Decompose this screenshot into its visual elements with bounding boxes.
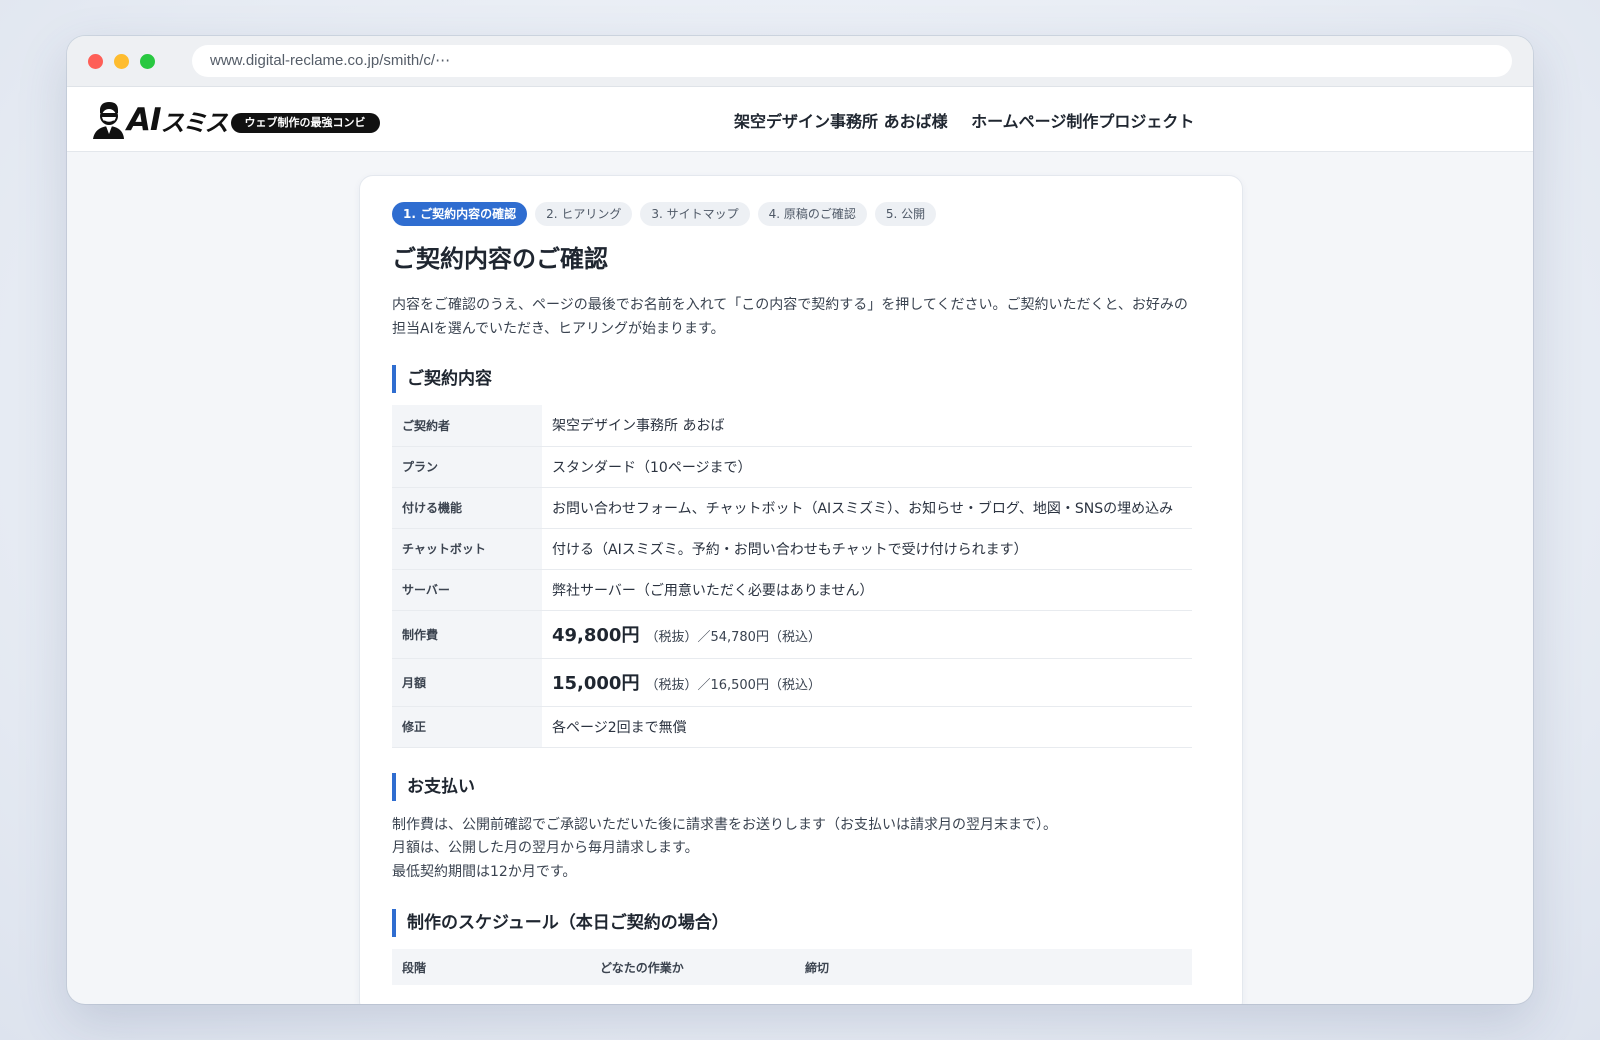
- minimize-window-button[interactable]: [114, 54, 129, 69]
- step-manuscript[interactable]: 4. 原稿のご確認: [757, 202, 867, 226]
- close-window-button[interactable]: [88, 54, 103, 69]
- table-row: サーバー 弊社サーバー（ご用意いただく必要はありません）: [392, 569, 1192, 611]
- project-title: 架空デザイン事務所 あおば様 ホームページ制作プロジェクト: [734, 108, 1194, 132]
- row-value: 付ける（AIスミズミ。予約・お問い合わせもチャットで受け付けられます）: [542, 528, 1192, 570]
- row-value: 15,000円 （税抜）／16,500円（税込）: [542, 658, 1192, 707]
- row-label: 月額: [392, 658, 542, 707]
- payment-line: 制作費は、公開前確認でご承認いただいた後に請求書をお送りします（お支払いは請求月…: [392, 816, 1057, 833]
- logo-ai-text: AI: [127, 102, 162, 138]
- payment-line: 月額は、公開した月の翌月から毎月請求します。: [392, 840, 699, 856]
- maximize-window-button[interactable]: [140, 54, 155, 69]
- row-value: 49,800円 （税抜）／54,780円（税込）: [542, 610, 1192, 659]
- column-header-who: どなたの作業か: [590, 949, 795, 985]
- intro-line: 担当AIを選んでいただき、ヒアリングが始まります。: [392, 321, 725, 337]
- column-header-stage: 段階: [392, 949, 590, 985]
- contract-table: ご契約者 架空デザイン事務所 あおば プラン スタンダード（10ページまで） 付…: [392, 405, 1192, 748]
- step-contract[interactable]: 1. ご契約内容の確認: [392, 202, 528, 226]
- table-row: プラン スタンダード（10ページまで）: [392, 446, 1192, 488]
- row-value: お問い合わせフォーム、チャットボット（AIスミズミ）、お知らせ・ブログ、地図・S…: [542, 487, 1192, 529]
- table-row: 月額 15,000円 （税抜）／16,500円（税込）: [392, 658, 1192, 707]
- row-label: 修正: [392, 706, 542, 748]
- row-value: 架空デザイン事務所 あおば: [542, 405, 1192, 447]
- row-value: 弊社サーバー（ご用意いただく必要はありません）: [542, 569, 1192, 611]
- table-row: 制作費 49,800円 （税抜）／54,780円（税込）: [392, 610, 1192, 659]
- mascot-icon: [93, 102, 124, 139]
- payment-text: 制作費は、公開前確認でご承認いただいた後に請求書をお送りします（お支払いは請求月…: [392, 814, 1210, 885]
- step-hearing[interactable]: 2. ヒアリング: [535, 202, 633, 226]
- contract-section-heading: ご契約内容: [392, 365, 1210, 393]
- table-row: ご契約者 架空デザイン事務所 あおば: [392, 405, 1192, 447]
- row-label: 付ける機能: [392, 487, 542, 529]
- row-value: 各ページ2回まで無償: [542, 706, 1192, 748]
- row-label: サーバー: [392, 569, 542, 611]
- row-value: スタンダード（10ページまで）: [542, 446, 1192, 488]
- browser-chrome: www.digital-reclame.co.jp/smith/c/⋯: [67, 36, 1533, 87]
- intro-line: 内容をご確認のうえ、ページの最後でお名前を入れて「この内容で契約する」を押してく…: [392, 297, 1188, 313]
- monthly-fee-note: （税抜）／16,500円（税込）: [645, 678, 821, 693]
- progress-steps: 1. ご契約内容の確認 2. ヒアリング 3. サイトマップ 4. 原稿のご確認…: [392, 202, 1210, 226]
- table-row: 付ける機能 お問い合わせフォーム、チャットボット（AIスミズミ）、お知らせ・ブロ…: [392, 487, 1192, 529]
- payment-line: 最低契約期間は12か月です。: [392, 863, 577, 880]
- intro-text: 内容をご確認のうえ、ページの最後でお名前を入れて「この内容で契約する」を押してく…: [392, 293, 1210, 341]
- step-sitemap[interactable]: 3. サイトマップ: [640, 202, 750, 226]
- project-name: ホームページ制作プロジェクト: [971, 112, 1195, 131]
- schedule-section-heading: 制作のスケジュール（本日ご契約の場合）: [392, 909, 1210, 937]
- table-row: 修正 各ページ2回まで無償: [392, 706, 1192, 748]
- schedule-header-row: 段階 どなたの作業か 締切: [392, 949, 1192, 985]
- client-name: 架空デザイン事務所 あおば様: [734, 112, 948, 131]
- production-fee-note: （税抜）／54,780円（税込）: [645, 630, 821, 645]
- row-label: ご契約者: [392, 405, 542, 447]
- monthly-fee-price: 15,000円: [552, 673, 640, 694]
- logo-tagline-badge: ウェブ制作の最強コンビ: [230, 113, 380, 133]
- address-bar[interactable]: www.digital-reclame.co.jp/smith/c/⋯: [192, 45, 1512, 77]
- logo-kana-text: スミス: [160, 108, 229, 137]
- row-label: 制作費: [392, 610, 542, 659]
- table-row: チャットボット 付ける（AIスミズミ。予約・お問い合わせもチャットで受け付けられ…: [392, 528, 1192, 570]
- row-label: プラン: [392, 446, 542, 488]
- column-header-deadline: 締切: [795, 949, 1192, 985]
- main-card: 1. ご契約内容の確認 2. ヒアリング 3. サイトマップ 4. 原稿のご確認…: [359, 175, 1243, 1004]
- page-title: ご契約内容のご確認: [392, 245, 608, 273]
- production-fee-price: 49,800円: [552, 625, 640, 646]
- schedule-table: 段階 どなたの作業か 締切: [392, 949, 1192, 985]
- step-publish[interactable]: 5. 公開: [874, 202, 937, 226]
- payment-section-heading: お支払い: [392, 772, 1210, 801]
- site-header: AI スミス ウェブ制作の最強コンビ 架空デザイン事務所 あおば様 ホームページ…: [67, 87, 1533, 152]
- row-label: チャットボット: [392, 528, 542, 570]
- browser-window: www.digital-reclame.co.jp/smith/c/⋯ AI ス…: [67, 36, 1533, 1004]
- site-logo[interactable]: AI スミス ウェブ制作の最強コンビ: [91, 99, 380, 141]
